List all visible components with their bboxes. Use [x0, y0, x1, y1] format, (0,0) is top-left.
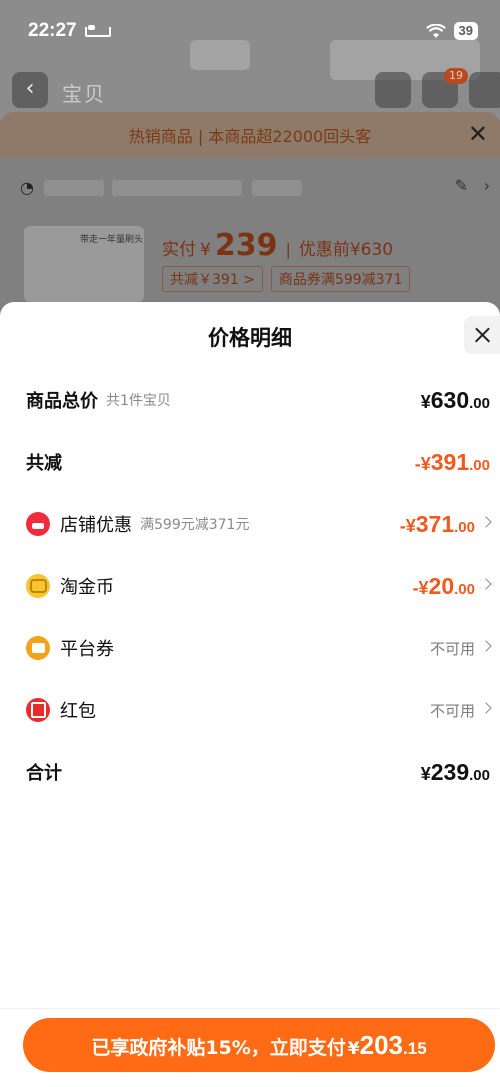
product-thumbnail-caption: 带走一年量刷头: [80, 235, 144, 245]
chevron-right-icon: [480, 516, 492, 528]
more-button[interactable]: [469, 72, 500, 108]
row-grand-total: 合计 ¥239.00: [26, 752, 490, 792]
close-button[interactable]: [464, 316, 500, 354]
coin-icon: [26, 574, 50, 598]
address-row[interactable]: ◔ ✎ ›: [20, 174, 490, 202]
coupon-chip[interactable]: 商品券满599减371: [270, 266, 411, 292]
back-button[interactable]: ‹: [12, 72, 48, 108]
row-amount: ¥630.00: [421, 387, 490, 414]
chevron-right-icon: [480, 578, 492, 590]
status-bar: 22:27 39: [0, 0, 500, 62]
address-redacted: [44, 180, 104, 196]
chevron-right-icon: ›: [483, 176, 490, 195]
price-label: 实付: [162, 240, 196, 260]
amount-currency: ¥: [420, 391, 431, 412]
pay-button[interactable]: 已享政府补贴15%，立即支付 ¥ 203 .15: [23, 1018, 495, 1072]
close-icon[interactable]: ✕: [468, 122, 488, 146]
amount-currency: ¥: [420, 763, 431, 784]
price-separator: |: [285, 240, 291, 259]
coupon-icon: [26, 636, 50, 660]
total-discount-chip[interactable]: 共减￥391 >: [162, 266, 263, 292]
sheet-title: 价格明细: [208, 326, 292, 350]
address-redacted: [252, 180, 302, 196]
amount-dec: .00: [469, 456, 490, 474]
row-label: 店铺优惠: [60, 515, 132, 536]
amount-int: 630: [430, 386, 470, 413]
pay-button-label: 已享政府补贴15%，立即支付: [91, 1037, 346, 1059]
shop-icon: [26, 512, 50, 536]
battery-indicator: 39: [453, 22, 478, 40]
price-currency: ¥: [200, 240, 211, 260]
pay-currency: ¥: [347, 1039, 360, 1059]
price-before-amount: ¥630: [349, 240, 394, 260]
amount-int: 239: [430, 758, 470, 785]
product-top-nav: ‹ 宝贝 19: [0, 68, 500, 112]
hot-sale-text: 热销商品 | 本商品超22000回头客: [128, 127, 372, 146]
edit-icon[interactable]: ✎: [455, 176, 468, 195]
price-detail-sheet: 价格明细 商品总价 共1件宝贝 ¥630.00 共减 -¥ 391.00 店铺优惠…: [0, 302, 500, 1087]
chevron-right-icon: [480, 640, 492, 652]
row-amount: -¥ 371.00: [400, 511, 475, 538]
row-label: 共减: [26, 453, 62, 474]
amount-dec: .00: [454, 518, 475, 536]
address-redacted: [112, 180, 242, 196]
sleep-mode-icon: [84, 25, 111, 37]
wifi-icon: [425, 23, 446, 38]
amount-int: 20: [428, 572, 455, 599]
amount-currency: -¥: [412, 577, 429, 598]
amount-dec: .00: [469, 766, 490, 784]
pay-amount-dec: .15: [403, 1039, 427, 1058]
price-before-label: 优惠前: [298, 240, 350, 260]
row-amount: ¥239.00: [421, 759, 490, 786]
row-status: 不可用: [429, 701, 475, 720]
row-total-price: 商品总价 共1件宝贝 ¥630.00: [26, 380, 490, 420]
row-red-packet[interactable]: 红包 不可用: [26, 690, 492, 730]
row-amount: -¥ 20.00: [413, 573, 475, 600]
hot-sale-banner: 热销商品 | 本商品超22000回头客 ✕: [0, 112, 500, 158]
row-status: 不可用: [429, 639, 475, 658]
row-label: 平台券: [60, 639, 114, 660]
row-sub: 共1件宝贝: [106, 393, 171, 409]
red-packet-icon: [26, 698, 50, 722]
price-amount: 239: [214, 228, 278, 263]
location-icon: ◔: [20, 178, 34, 197]
price-summary: 实付 ¥ 239 | 优惠前 ¥630: [162, 228, 393, 263]
row-total-discount: 共减 -¥ 391.00: [26, 442, 490, 482]
row-shop-discount[interactable]: 店铺优惠 满599元减371元 -¥ 371.00: [26, 504, 492, 544]
amount-currency: -¥: [399, 515, 416, 536]
amount-dec: .00: [454, 580, 475, 598]
amount-dec: .00: [469, 394, 490, 412]
status-time: 22:27: [28, 20, 77, 41]
bottom-divider: [0, 1008, 500, 1009]
cart-count-badge: 19: [444, 68, 468, 84]
row-label: 商品总价: [26, 391, 98, 412]
discount-chips: 共减￥391 > 商品券满599减371: [162, 266, 411, 292]
row-taojinbi[interactable]: 淘金币 -¥ 20.00: [26, 566, 492, 606]
row-label: 合计: [26, 763, 62, 784]
row-label: 红包: [60, 701, 96, 722]
amount-currency: -¥: [414, 453, 431, 474]
share-button[interactable]: [375, 72, 411, 108]
row-sub: 满599元减371元: [140, 517, 250, 533]
nav-tab-title[interactable]: 宝贝: [62, 78, 106, 107]
row-platform-coupon[interactable]: 平台券 不可用: [26, 628, 492, 668]
row-label: 淘金币: [60, 577, 114, 598]
chevron-right-icon: [480, 702, 492, 714]
amount-int: 371: [415, 510, 455, 537]
pay-amount-int: 203: [359, 1030, 404, 1060]
amount-int: 391: [430, 448, 470, 475]
row-amount: -¥ 391.00: [415, 449, 490, 476]
order-confirm-sheet: 热销商品 | 本商品超22000回头客 ✕ ◔ ✎ › 带走一年量刷头 实付 ¥…: [0, 112, 500, 332]
